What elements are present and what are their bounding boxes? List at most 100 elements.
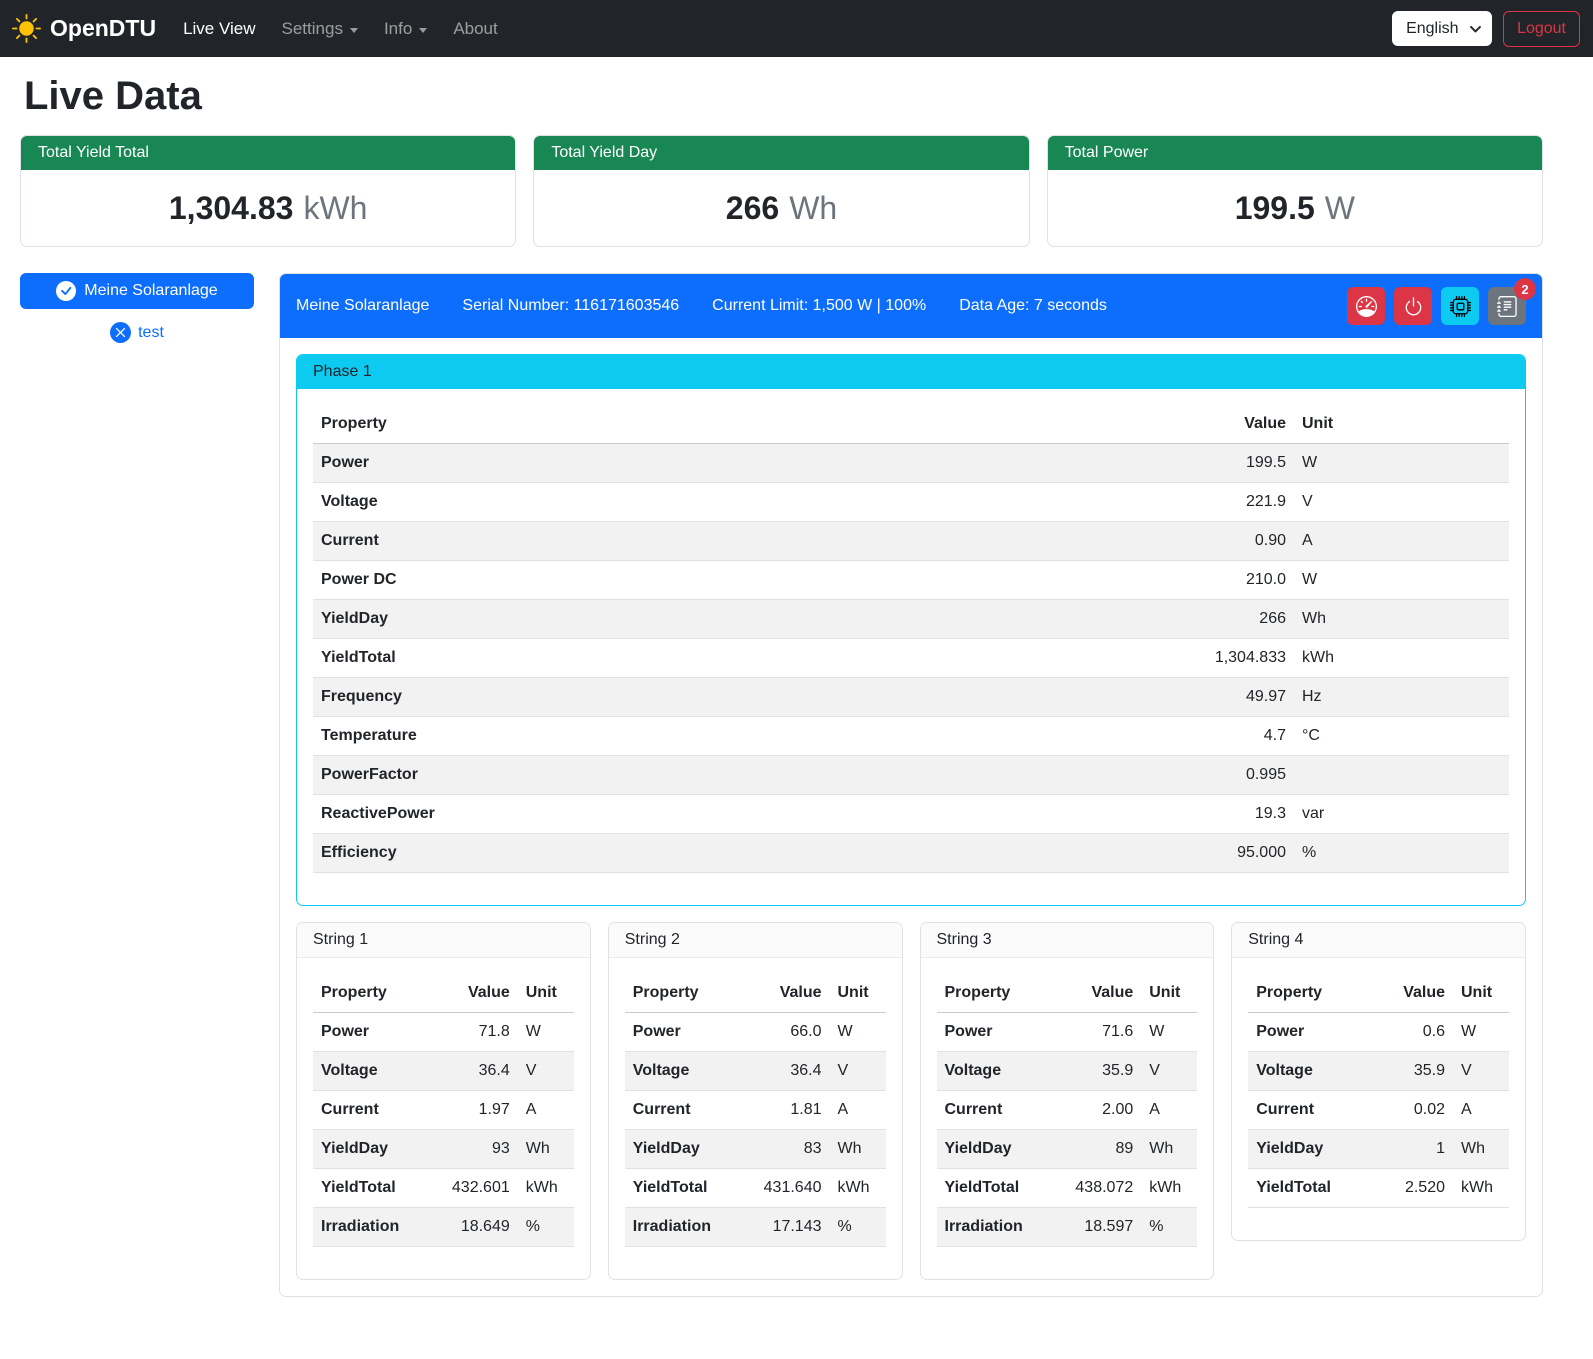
phase-panel: Phase 1 PropertyValueUnitPower199.5WVolt… [296,354,1526,906]
limit-settings-button[interactable] [1347,287,1385,325]
value-cell: 93 [428,1130,518,1169]
property-cell: Frequency [313,678,900,717]
table-row: Irradiation18.649% [313,1208,574,1247]
table-row: YieldTotal431.640kWh [625,1169,886,1208]
property-cell: Power [1248,1013,1373,1052]
string-card: String 3 PropertyValueUnitPower71.6WVolt… [920,922,1215,1280]
unit-cell: Wh [518,1130,574,1169]
unit-cell: kWh [1453,1169,1509,1208]
inverter-item-test-label: test [138,324,164,342]
table-row: Current0.02A [1248,1091,1509,1130]
brand[interactable]: OpenDTU [12,14,156,43]
nav-item-settings-label: Settings [282,19,343,39]
check-circle-icon [56,281,76,301]
value-cell: 36.4 [740,1052,830,1091]
property-cell: Voltage [313,1052,428,1091]
table-row: Power71.8W [313,1013,574,1052]
property-cell: YieldTotal [937,1169,1052,1208]
summary-card-total-power: Total Power 199.5 W [1047,135,1543,247]
table-row: Irradiation17.143% [625,1208,886,1247]
unit-cell: Wh [1453,1130,1509,1169]
property-cell: Current [313,522,900,561]
power-button[interactable] [1394,287,1432,325]
column-header-property: Property [625,974,740,1013]
value-cell: 431.640 [740,1169,830,1208]
string-card-body: PropertyValueUnitPower71.6WVoltage35.9VC… [921,958,1214,1279]
table-header-row: PropertyValueUnit [313,974,574,1013]
table-row: YieldDay89Wh [937,1130,1198,1169]
column-header-property: Property [313,405,900,444]
value-cell: 71.8 [428,1013,518,1052]
summary-value: 1,304.83 [169,190,294,227]
inverter-item-test[interactable]: test [20,322,254,343]
nav-item-live-view[interactable]: Live View [170,11,268,47]
unit-cell: A [1453,1091,1509,1130]
string-table: PropertyValueUnitPower71.6WVoltage35.9VC… [937,974,1198,1247]
nav-item-about[interactable]: About [440,11,510,47]
value-cell: 35.9 [1373,1052,1453,1091]
value-cell: 83 [740,1130,830,1169]
property-cell: YieldTotal [625,1169,740,1208]
property-cell: Power [937,1013,1052,1052]
content-row: Meine Solaranlage test Meine Solaranlage… [20,273,1543,1311]
string-card: String 2 PropertyValueUnitPower66.0WVolt… [608,922,903,1280]
page-title: Live Data [24,74,1543,119]
string-card-title: String 1 [297,923,590,958]
summary-card-title: Total Power [1048,136,1542,170]
column-header-unit: Unit [1141,974,1197,1013]
column-header-value: Value [1051,974,1141,1013]
nav-item-settings[interactable]: Settings [269,11,371,47]
inverter-select-button[interactable]: Meine Solaranlage [20,273,254,309]
summary-card-total-yield-day: Total Yield Day 266 Wh [533,135,1029,247]
property-cell: YieldDay [625,1130,740,1169]
table-row: Irradiation18.597% [937,1208,1198,1247]
table-row: YieldDay1Wh [1248,1130,1509,1169]
table-row: Voltage221.9V [313,483,1509,522]
unit-cell: W [1453,1013,1509,1052]
value-cell: 71.6 [1051,1013,1141,1052]
table-row: PowerFactor0.995 [313,756,1509,795]
sun-icon [12,14,41,43]
value-cell: 432.601 [428,1169,518,1208]
table-row: ReactivePower19.3var [313,795,1509,834]
value-cell: 17.143 [740,1208,830,1247]
table-row: Voltage36.4V [313,1052,574,1091]
table-row: Temperature4.7°C [313,717,1509,756]
unit-cell: V [1453,1052,1509,1091]
inverter-data-age: Data Age: 7 seconds [959,297,1107,315]
string-table: PropertyValueUnitPower71.8WVoltage36.4VC… [313,974,574,1247]
x-circle-icon [110,322,131,343]
value-cell: 66.0 [740,1013,830,1052]
language-select[interactable]: English [1392,11,1492,46]
table-row: Current1.81A [625,1091,886,1130]
unit-cell: W [830,1013,886,1052]
table-header-row: PropertyValueUnit [937,974,1198,1013]
device-info-button[interactable] [1441,287,1479,325]
unit-cell: A [830,1091,886,1130]
unit-cell: W [1141,1013,1197,1052]
table-row: YieldTotal2.520kWh [1248,1169,1509,1208]
unit-cell: % [518,1208,574,1247]
table-row: Power199.5W [313,444,1509,483]
table-row: Power66.0W [625,1013,886,1052]
summary-card-body: 199.5 W [1048,170,1542,246]
property-cell: Temperature [313,717,900,756]
column-header-property: Property [1248,974,1373,1013]
value-cell: 199.5 [900,444,1294,483]
inverter-serial: Serial Number: 116171603546 [462,297,679,315]
summary-value: 266 [726,190,779,227]
string-card-title: String 3 [921,923,1214,958]
table-row: YieldTotal1,304.833kWh [313,639,1509,678]
column-header-unit: Unit [518,974,574,1013]
page-content: Live Data Total Yield Total 1,304.83 kWh… [20,74,1543,1311]
property-cell: Irradiation [625,1208,740,1247]
value-cell: 0.6 [1373,1013,1453,1052]
value-cell: 0.90 [900,522,1294,561]
nav-item-info[interactable]: Info [371,11,440,47]
property-cell: Irradiation [937,1208,1052,1247]
logout-button[interactable]: Logout [1503,11,1580,47]
summary-unit: W [1325,190,1355,227]
property-cell: YieldDay [313,1130,428,1169]
event-log-button[interactable]: 2 [1488,287,1526,325]
phase-body: PropertyValueUnitPower199.5WVoltage221.9… [297,389,1525,905]
